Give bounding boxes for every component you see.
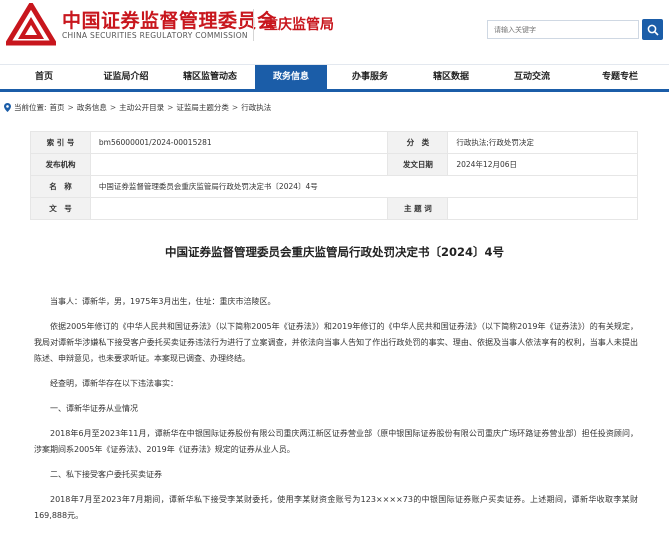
doc-name-value: 中国证券监督管理委员会重庆监管局行政处罚决定书〔2024〕4号: [89, 175, 639, 198]
breadcrumb-link-enforcement[interactable]: 行政执法: [241, 102, 271, 113]
breadcrumb: 当前位置: 首页 > 政务信息 > 主动公开目录 > 证监局主题分类 > 行政执…: [4, 100, 271, 114]
search-icon: [647, 24, 659, 36]
subject-words-value: [447, 197, 638, 220]
nav-item-services[interactable]: 办事服务: [338, 65, 402, 90]
csrc-emblem-icon[interactable]: [6, 3, 56, 47]
doc-name-label: 名 称: [30, 175, 91, 198]
site-header: 中国证券监督管理委员会 CHINA SECURITIES REGULATORY …: [0, 0, 669, 62]
paragraph-legal-basis: 依据2005年修订的《中华人民共和国证券法》（以下简称2005年《证券法》）和2…: [34, 322, 638, 363]
breadcrumb-separator: >: [67, 102, 74, 112]
index-number-value: bm56000001/2024-00015281: [89, 131, 389, 154]
paragraph-employment: 2018年6月至2023年11月，谭新华在中银国际证券股份有限公司重庆两江新区证…: [34, 429, 638, 454]
paragraph-findings-intro: 经查明，谭新华存在以下违法事实：: [50, 379, 178, 388]
location-pin-icon: [4, 102, 11, 112]
index-number-label: 索 引 号: [30, 131, 91, 154]
nav-item-interaction[interactable]: 互动交流: [499, 65, 565, 90]
breadcrumb-prefix: 当前位置:: [14, 102, 47, 112]
search-input[interactable]: [487, 20, 639, 39]
doc-number-value: [89, 197, 389, 220]
table-row: 发布机构 发文日期 2024年12月06日: [30, 153, 638, 176]
breadcrumb-link-public-catalog[interactable]: 主动公开目录: [119, 102, 164, 113]
nav-item-special-topics[interactable]: 专题专栏: [587, 65, 653, 90]
subject-words-label: 主 题 词: [387, 197, 449, 220]
org-name-cn[interactable]: 中国证券监督管理委员会: [62, 6, 277, 33]
nav-item-bureau-intro[interactable]: 证监局介绍: [93, 65, 159, 90]
document-title: 中国证券监督管理委员会重庆监管局行政处罚决定书〔2024〕4号: [164, 245, 504, 259]
nav-item-regional-data[interactable]: 辖区数据: [418, 65, 484, 90]
main-nav: 首页 证监局介绍 辖区监管动态 政务信息 办事服务 辖区数据 互动交流 专题专栏: [0, 64, 669, 92]
issue-date-value: 2024年12月06日: [447, 153, 638, 176]
nav-item-regional-news[interactable]: 辖区监管动态: [172, 65, 248, 90]
table-row: 名 称 中国证券监督管理委员会重庆监管局行政处罚决定书〔2024〕4号: [30, 175, 639, 198]
doc-number-label: 文 号: [30, 197, 91, 220]
search-button[interactable]: [642, 19, 663, 40]
paragraph-party: 当事人：谭新华，男，1975年3月出生，住址：重庆市涪陵区。: [50, 297, 276, 306]
bureau-name[interactable]: 重庆监管局: [264, 14, 334, 34]
category-value: 行政执法;行政处罚决定: [447, 131, 638, 154]
section-heading: 二、私下接受客户委托买卖证券: [50, 470, 162, 479]
breadcrumb-link-home[interactable]: 首页: [50, 102, 65, 113]
table-row: 索 引 号 bm56000001/2024-00015281 分 类 行政执法;…: [30, 131, 638, 154]
org-name-en: CHINA SECURITIES REGULATORY COMMISSION: [62, 31, 248, 40]
issuer-label: 发布机构: [30, 153, 91, 176]
breadcrumb-link-gov-info[interactable]: 政务信息: [77, 102, 107, 113]
logo-divider: [253, 9, 254, 41]
nav-item-home[interactable]: 首页: [12, 65, 76, 90]
breadcrumb-separator: >: [231, 102, 239, 112]
breadcrumb-separator: >: [167, 102, 174, 112]
paragraph-violation: 2018年7月至2023年7月期间，谭新华私下接受李某财委托，使用李某财资金账号…: [34, 495, 638, 520]
breadcrumb-separator: >: [109, 102, 117, 112]
nav-item-gov-info[interactable]: 政务信息: [255, 65, 327, 90]
issue-date-label: 发文日期: [387, 153, 449, 176]
breadcrumb-link-theme-category[interactable]: 证监局主题分类: [176, 102, 229, 113]
table-row: 文 号 主 题 词: [30, 197, 638, 220]
category-label: 分 类: [387, 131, 449, 154]
document-meta-table: 索 引 号 bm56000001/2024-00015281 分 类 行政执法;…: [30, 131, 639, 220]
document-body: 当事人：谭新华，男，1975年3月出生，住址：重庆市涪陵区。 依据2005年修订…: [34, 294, 638, 533]
issuer-value: [89, 153, 389, 176]
section-heading: 一、谭新华证券从业情况: [50, 404, 138, 413]
